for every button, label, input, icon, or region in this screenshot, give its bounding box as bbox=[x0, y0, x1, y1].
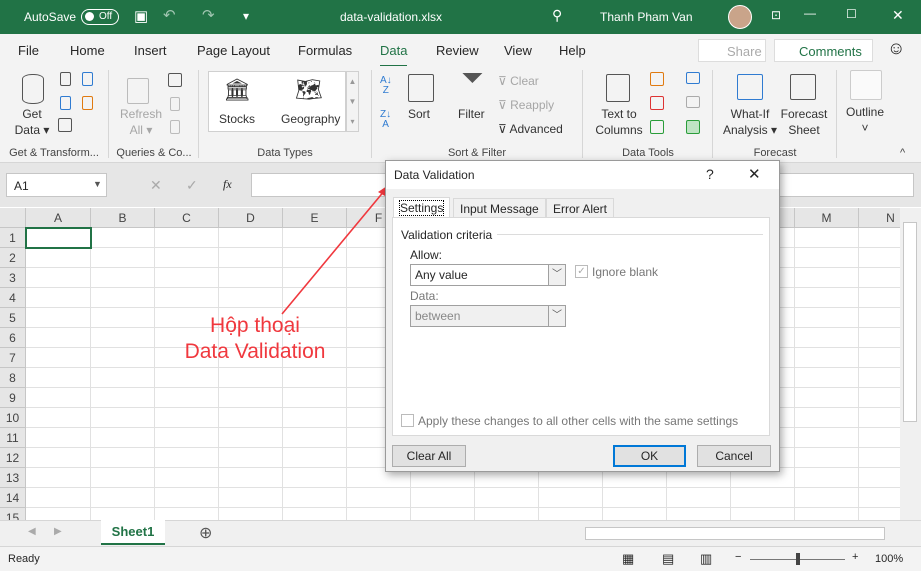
data-validation-dialog: Data Validation ? ✕ Settings Input Messa… bbox=[385, 160, 780, 472]
ok-button[interactable]: OK bbox=[613, 445, 686, 467]
apply-all-label: Apply these changes to all other cells w… bbox=[418, 414, 739, 428]
settings-panel: Validation criteria Allow: Any value ﹀ ✓ … bbox=[392, 217, 770, 436]
clear-all-button[interactable]: Clear All bbox=[392, 445, 466, 467]
allow-select[interactable]: Any value ﹀ bbox=[410, 264, 566, 286]
tab-input-message[interactable]: Input Message bbox=[453, 198, 546, 218]
tab-error-alert[interactable]: Error Alert bbox=[546, 198, 615, 218]
annotation-line1: Hộp thoại bbox=[210, 314, 300, 337]
chevron-down-icon: ﹀ bbox=[548, 306, 565, 326]
dialog-title: Data Validation bbox=[394, 168, 475, 182]
allow-value: Any value bbox=[415, 268, 468, 282]
allow-label: Allow: bbox=[410, 248, 443, 262]
data-label: Data: bbox=[410, 289, 439, 303]
tab-settings[interactable]: Settings bbox=[393, 197, 451, 218]
ignore-blank-checkbox[interactable]: ✓ bbox=[575, 265, 588, 278]
divider bbox=[497, 234, 763, 235]
chevron-down-icon: ﹀ bbox=[548, 265, 565, 285]
cancel-button[interactable]: Cancel bbox=[697, 445, 771, 467]
dialog-titlebar: Data Validation ? ✕ bbox=[386, 161, 779, 189]
tab-settings-label: Settings bbox=[398, 200, 445, 216]
data-select[interactable]: between ﹀ bbox=[410, 305, 566, 327]
dialog-close-icon[interactable]: ✕ bbox=[748, 165, 761, 183]
validation-criteria-label: Validation criteria bbox=[401, 228, 493, 242]
data-value: between bbox=[415, 309, 461, 323]
ignore-blank-label: Ignore blank bbox=[592, 265, 659, 279]
apply-all-checkbox[interactable] bbox=[401, 414, 414, 427]
annotation-line2: Data Validation bbox=[184, 340, 326, 363]
help-button[interactable]: ? bbox=[706, 166, 714, 182]
